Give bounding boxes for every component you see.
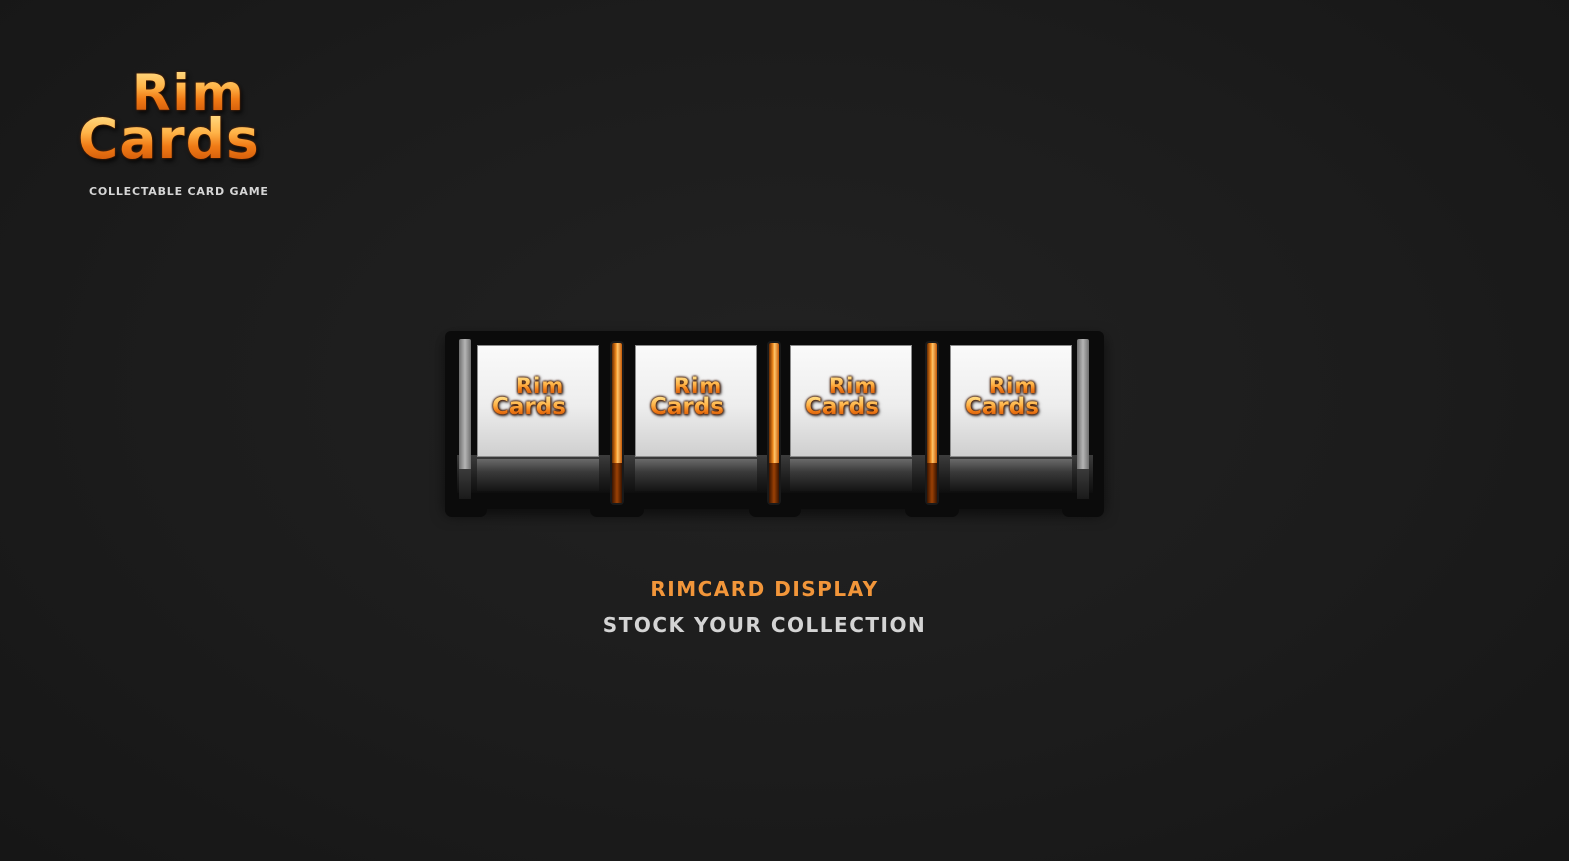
card-slot-1[interactable]: Rim Cards bbox=[477, 345, 599, 457]
card-back-word-cards: Cards bbox=[805, 394, 879, 420]
card-slot-3[interactable]: Rim Cards bbox=[790, 345, 912, 457]
card-slot-2[interactable]: Rim Cards bbox=[635, 345, 757, 457]
display-subtitle: STOCK YOUR COLLECTION bbox=[602, 613, 927, 637]
card-back-logo: Rim Cards bbox=[951, 374, 1071, 430]
display-post-right bbox=[1077, 339, 1089, 499]
card-slot-4[interactable]: Rim Cards bbox=[950, 345, 1072, 457]
card-back-word-cards: Cards bbox=[965, 394, 1039, 420]
orange-divider-1 bbox=[612, 343, 622, 503]
game-logo: Rim Cards COLLECTABLE CARD GAME bbox=[74, 66, 288, 204]
card-slot-3-shadow bbox=[790, 459, 912, 491]
display-foot-left bbox=[445, 501, 487, 517]
logo-word-cards: Cards bbox=[78, 107, 260, 171]
card-back-logo: Rim Cards bbox=[636, 374, 756, 430]
display-foot-3 bbox=[905, 501, 959, 517]
display-foot-2 bbox=[749, 501, 801, 517]
display-foot-right bbox=[1062, 501, 1104, 517]
card-slot-1-shadow bbox=[477, 459, 599, 491]
card-back-word-cards: Cards bbox=[492, 394, 566, 420]
orange-divider-2 bbox=[769, 343, 779, 503]
logo-tagline: COLLECTABLE CARD GAME bbox=[89, 185, 269, 198]
card-back-logo: Rim Cards bbox=[791, 374, 911, 430]
card-back-word-cards: Cards bbox=[650, 394, 724, 420]
orange-divider-3 bbox=[927, 343, 937, 503]
card-back-logo: Rim Cards bbox=[478, 374, 598, 430]
card-slot-2-shadow bbox=[635, 459, 757, 491]
card-display-case: Rim Cards Rim Cards Rim Cards Rim Cards bbox=[445, 331, 1104, 517]
display-foot-1 bbox=[590, 501, 644, 517]
display-post-left bbox=[459, 339, 471, 499]
card-slot-4-shadow bbox=[950, 459, 1072, 491]
display-title: RIMCARD DISPLAY bbox=[650, 577, 879, 601]
